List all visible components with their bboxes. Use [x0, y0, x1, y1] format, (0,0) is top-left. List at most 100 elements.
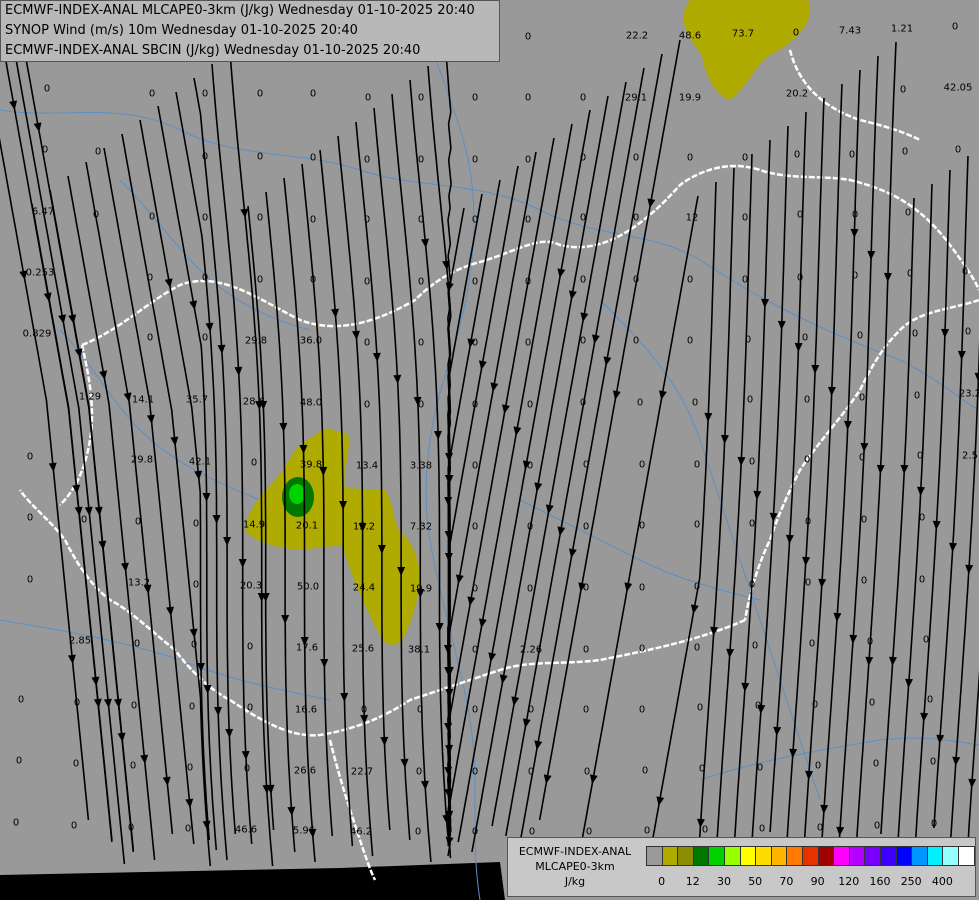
cin-value-label: 0: [696, 702, 704, 714]
cin-value-label: 0: [899, 84, 907, 96]
cin-value-label: 2.5: [962, 450, 978, 462]
cin-value-label: 0: [748, 518, 756, 530]
cin-value-label: 19.9: [678, 92, 702, 104]
cin-value-label: 0: [250, 457, 258, 469]
weather-map: 22.2 48.6 73.7 0 7.43 1.21 0 0 0 0 0 0 0 0 0 0 0 0 0 0 29.1 1…: [0, 0, 979, 900]
cin-value-label: 16.6: [294, 704, 318, 716]
streamline-arrowhead: [647, 198, 656, 208]
cin-value-label: 0: [190, 639, 198, 651]
cin-value-label: 0: [814, 760, 822, 772]
streamline-arrowhead: [320, 658, 329, 668]
streamline-arrowhead: [557, 268, 566, 278]
cin-value-label: 0: [12, 817, 20, 829]
cin-value-label: 0: [201, 151, 209, 163]
cin-value-label: 0: [803, 454, 811, 466]
cin-value-label: 0: [133, 638, 141, 650]
cin-value-label: 0: [951, 21, 959, 33]
streamline: [785, 97, 825, 855]
cin-value-label: 14.1: [131, 394, 155, 406]
streamline-arrowhead: [238, 558, 247, 568]
cin-value-label: 46.6: [234, 824, 258, 836]
cin-value-label: 0: [417, 154, 425, 166]
cin-value-label: 0: [741, 274, 749, 286]
cin-value-label: 17.6: [295, 642, 319, 654]
cin-value-label: 0: [808, 638, 816, 650]
cin-value-label: 46.2: [349, 826, 373, 838]
cin-value-label: 0: [471, 154, 479, 166]
legend-swatch: [677, 846, 694, 866]
cin-value-label: 0: [858, 392, 866, 404]
cin-value-label: 28.6: [242, 396, 266, 408]
cin-value-label: 48.0: [299, 397, 323, 409]
cin-value-label: 0: [417, 337, 425, 349]
streamline: [447, 193, 483, 843]
cin-value-label: 0: [632, 152, 640, 164]
cin-value-label: 0: [201, 272, 209, 284]
cin-value-label: 0: [686, 274, 694, 286]
cin-value-label: 7.32: [409, 521, 433, 533]
cin-value-label: 0: [15, 755, 23, 767]
streamline-arrowhead: [445, 452, 454, 462]
cin-value-label: 25.6: [351, 643, 375, 655]
header-line-2: SYNOP Wind (m/s) 10m Wednesday 01-10-202…: [5, 23, 358, 38]
streamline-arrowhead: [741, 682, 750, 692]
cin-value-label: 0: [636, 397, 644, 409]
cin-value-label: 0: [92, 209, 100, 221]
streamline-arrowhead: [603, 356, 612, 366]
cin-value-label: 35.7: [185, 394, 209, 406]
cin-value-label: 0: [26, 574, 34, 586]
streamline-arrowhead: [850, 228, 859, 238]
cin-value-label: 0: [309, 88, 317, 100]
streamline-arrowhead: [372, 352, 381, 362]
cin-value-label: 0: [579, 397, 587, 409]
cin-value-label: 0: [701, 824, 709, 836]
streamline-arrowhead: [9, 100, 18, 110]
streamline-arrowhead: [568, 548, 577, 558]
cin-value-label: 0: [415, 766, 423, 778]
cin-value-label: 0: [911, 328, 919, 340]
streamline-arrowhead: [501, 404, 510, 414]
streamline-arrowhead: [534, 482, 543, 492]
streamline-arrowhead: [761, 298, 770, 308]
streamline-arrowhead: [545, 504, 554, 514]
cin-value-label: 0: [471, 826, 479, 838]
cin-value-label: 0: [184, 823, 192, 835]
cin-value-label: 0: [256, 274, 264, 286]
streamline-arrowhead: [435, 622, 444, 632]
legend-tick-label: 30: [717, 875, 731, 888]
streamline-arrowhead: [488, 652, 497, 662]
cin-value-label: 0: [811, 699, 819, 711]
streamline-arrowhead: [99, 370, 108, 380]
cin-value-label: 0: [796, 272, 804, 284]
streamline-arrowhead: [420, 780, 429, 790]
cin-value-label: 0: [528, 826, 536, 838]
streamline-arrowhead: [400, 758, 409, 768]
streamline-arrowhead: [820, 804, 829, 814]
streamline: [409, 79, 449, 837]
streamline-arrowhead: [331, 308, 340, 318]
cin-value-label: 0: [758, 823, 766, 835]
legend-swatch: [880, 846, 897, 866]
cin-value-label: 0: [579, 212, 587, 224]
legend-title-line-2: MLCAPE0-3km: [535, 860, 615, 873]
streamline-arrowhead: [900, 464, 909, 474]
cin-value-label: 36.0: [299, 335, 323, 347]
cape-core-inner: [289, 484, 305, 504]
cin-value-label: 0: [746, 394, 754, 406]
streamline-arrowhead: [836, 826, 845, 836]
streamline: [447, 165, 519, 827]
cin-value-label: 0: [192, 579, 200, 591]
streamline: [516, 53, 663, 859]
streamline-arrowhead: [393, 374, 402, 384]
cin-value-label: 0.829: [22, 328, 52, 340]
streamline-arrowhead: [833, 612, 842, 622]
cin-value-label: 0: [471, 521, 479, 533]
streamline-arrowhead: [876, 464, 885, 474]
streamline-arrowhead: [33, 122, 42, 132]
cin-value-label: 5.96: [292, 825, 316, 837]
streamline-arrowhead: [589, 774, 598, 784]
cin-value-label: 0: [913, 390, 921, 402]
cin-value-label: 22.7: [350, 766, 374, 778]
streamline-arrowhead: [455, 574, 464, 584]
header-line-3: ECMWF-INDEX-ANAL SBCIN (J/kg) Wednesday …: [5, 43, 421, 58]
